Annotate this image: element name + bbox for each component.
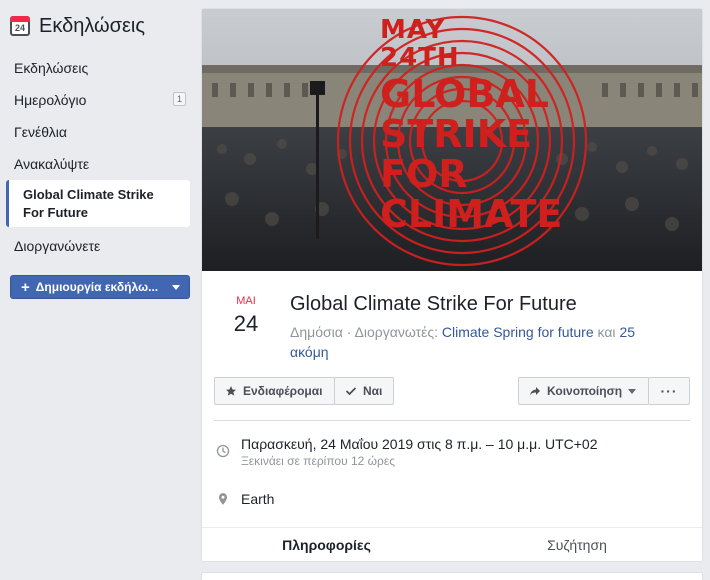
event-cover-photo[interactable]: MAY 24TH GLOBAL STRIKE FOR CLIMATE: [202, 9, 702, 271]
sidebar-item-birthdays[interactable]: Γενέθλια: [14, 122, 190, 142]
event-month: ΜΑΙ: [236, 295, 256, 307]
sidebar-title: Εκδηλώσεις: [39, 14, 146, 37]
event-card: MAY 24TH GLOBAL STRIKE FOR CLIMATE ΜΑΙ 2…: [201, 8, 703, 562]
event-title: Global Climate Strike For Future: [290, 293, 577, 315]
divider: [214, 420, 690, 421]
tab-info[interactable]: Πληροφορίες: [210, 528, 443, 561]
more-options-button[interactable]: ···: [648, 377, 690, 405]
sidebar-item-discover[interactable]: Ανακαλύψτε: [14, 154, 190, 174]
event-location-row[interactable]: Earth: [216, 490, 274, 508]
chevron-down-icon: [628, 388, 637, 394]
sidebar-item-hosting[interactable]: Διοργανώνετε: [14, 236, 190, 256]
interested-button[interactable]: Ενδιαφέρομαι: [214, 377, 335, 405]
sidebar-header[interactable]: 24 Εκδηλώσεις: [10, 12, 145, 40]
star-icon: [226, 386, 236, 396]
event-tabs: Πληροφορίες Συζήτηση: [202, 527, 702, 561]
check-icon: [345, 387, 357, 396]
clock-icon: [216, 444, 230, 458]
event-privacy: Δημόσια: [290, 324, 343, 340]
event-datetime-row[interactable]: Παρασκευή, 24 Μαΐου 2019 στις 8 π.μ. – 1…: [216, 435, 598, 469]
event-datetime: Παρασκευή, 24 Μαΐου 2019 στις 8 π.μ. – 1…: [241, 436, 598, 452]
sidebar-item-calendar[interactable]: Ημερολόγιο 1: [14, 90, 190, 110]
events-sidebar: 24 Εκδηλώσεις Εκδηλώσεις Ημερολόγιο 1 Γε…: [0, 0, 200, 580]
ellipsis-icon: ···: [660, 383, 678, 399]
location-pin-icon: [218, 493, 228, 505]
next-card: [201, 572, 703, 580]
organizer-link[interactable]: Climate Spring for future: [442, 324, 594, 340]
organizers-label: Διοργανωτές:: [354, 324, 438, 340]
share-button[interactable]: Κοινοποίηση: [518, 377, 649, 405]
plus-icon: +: [21, 278, 30, 296]
event-day: 24: [233, 311, 259, 336]
sidebar-item-current-event[interactable]: Global Climate Strike For Future: [6, 180, 190, 227]
create-event-button[interactable]: + Δημιουργία εκδήλω...: [10, 275, 190, 299]
chevron-down-icon: [172, 285, 180, 290]
event-header: ΜΑΙ 24 Global Climate Strike For Future …: [202, 271, 702, 371]
event-location: Earth: [241, 491, 275, 507]
event-starts-in: Ξεκινάει σε περίπου 12 ώρες: [241, 454, 396, 468]
event-meta: Δημόσια · Διοργανωτές: Climate Spring fo…: [290, 324, 636, 360]
calendar-count-badge: 1: [172, 92, 186, 106]
going-button[interactable]: Ναι: [334, 377, 394, 405]
sidebar-item-events[interactable]: Εκδηλώσεις: [14, 58, 190, 78]
share-arrow-icon: [530, 387, 540, 396]
calendar-icon: 24: [10, 16, 30, 36]
tab-discussion[interactable]: Συζήτηση: [460, 528, 694, 561]
cover-text: MAY 24TH GLOBAL STRIKE FOR CLIMATE: [380, 15, 563, 236]
